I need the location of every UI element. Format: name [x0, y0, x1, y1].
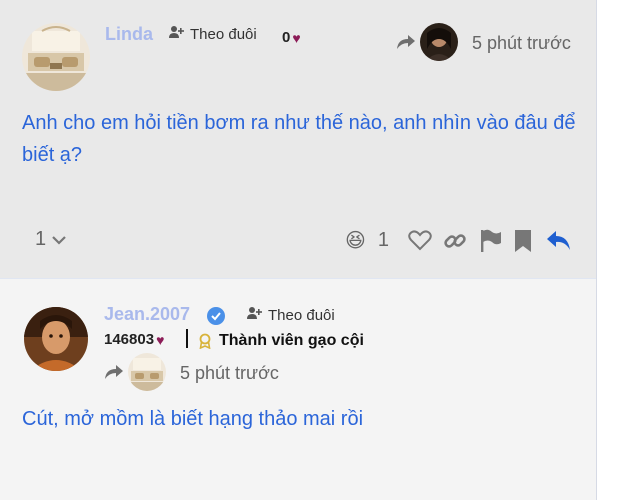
user-score: 146803 ♥ [104, 331, 164, 348]
replies-toggle[interactable]: 1 [35, 228, 67, 251]
laughing-emoji-icon: 😆 [345, 230, 366, 252]
badge-icon [198, 333, 212, 354]
reaction-summary[interactable]: 😆 1 [345, 228, 389, 253]
share-icon[interactable] [396, 33, 416, 56]
right-scroll-strip [596, 0, 626, 500]
flag-icon[interactable] [480, 229, 502, 258]
follow-label: Theo đuôi [190, 25, 257, 43]
avatar-jean[interactable] [24, 307, 88, 371]
post-actions: 1 😆 1 [0, 226, 596, 256]
score-value: 0 [282, 29, 291, 46]
post-jean: Jean.2007 Theo đuôi 146803 ♥ Thành viên … [0, 278, 596, 500]
post-time[interactable]: 5 phút trước [472, 33, 571, 54]
score-value: 146803 [104, 331, 155, 348]
reply-to-avatar[interactable] [420, 23, 458, 61]
heart-icon: ♥ [292, 29, 301, 46]
heart-icon: ♥ [156, 331, 165, 348]
post-content: Anh cho em hỏi tiền bơm ra như thế nào, … [22, 112, 576, 166]
verified-icon [207, 307, 225, 330]
chevron-down-icon [51, 228, 67, 251]
share-icon[interactable] [104, 363, 124, 386]
separator [186, 329, 188, 348]
follow-icon [168, 25, 184, 43]
link-icon[interactable] [443, 229, 467, 258]
username[interactable]: Jean.2007 [104, 304, 190, 325]
avatar-linda[interactable] [22, 23, 90, 91]
reaction-count: 1 [377, 229, 389, 251]
follow-button[interactable]: Theo đuôi [246, 306, 335, 324]
post-linda: Linda Theo đuôi 0 ♥ 5 phút trước Anh cho… [0, 0, 596, 278]
replies-count: 1 [35, 228, 47, 250]
reply-icon[interactable] [546, 230, 572, 257]
user-badge: Thành viên gạo cội [219, 332, 364, 349]
post-content: Cút, mở mồm là biết hạng thảo mai rồi [22, 408, 364, 430]
username[interactable]: Linda [105, 24, 153, 45]
bookmark-icon[interactable] [514, 229, 532, 258]
like-icon[interactable] [408, 229, 432, 256]
user-score: 0 ♥ [282, 29, 301, 46]
reply-to-avatar[interactable] [128, 353, 166, 391]
follow-icon [246, 306, 262, 324]
post-time[interactable]: 5 phút trước [180, 363, 279, 384]
follow-label: Theo đuôi [268, 306, 335, 324]
follow-button[interactable]: Theo đuôi [168, 25, 257, 43]
